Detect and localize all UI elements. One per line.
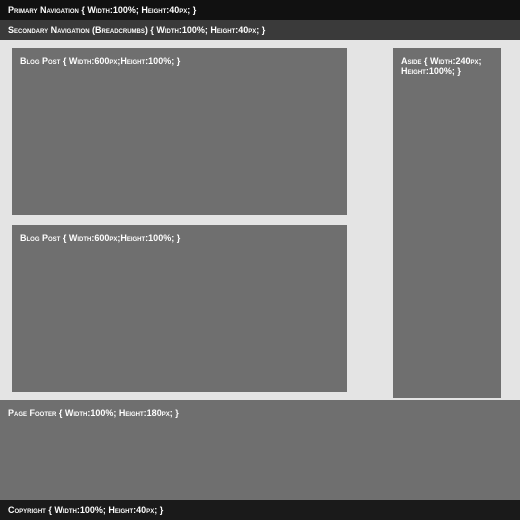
secondary-nav-label: Secondary Navigation (Breadcrumbs) { Wid…: [8, 25, 265, 35]
aside-label: Aside { Width:240px; Height:100%; }: [401, 56, 482, 76]
blog-post-label: Blog Post { Width:600px;Height:100%; }: [20, 233, 180, 243]
aside-column: Aside { Width:240px; Height:100%; }: [393, 48, 501, 392]
blog-post-label: Blog Post { Width:600px;Height:100%; }: [20, 56, 180, 66]
copyright-bar: Copyright { Width:100%; Height:40px; }: [0, 500, 520, 520]
aside-box: Aside { Width:240px; Height:100%; }: [393, 48, 501, 398]
primary-nav-label: Primary Navigation { Width:100%; Height:…: [8, 5, 196, 15]
content-area: Blog Post { Width:600px;Height:100%; } B…: [0, 40, 520, 400]
primary-navigation-bar: Primary Navigation { Width:100%; Height:…: [0, 0, 520, 20]
page-footer: Page Footer { Width:100%; Height:180px; …: [0, 400, 520, 500]
blog-post-box: Blog Post { Width:600px;Height:100%; }: [12, 225, 347, 392]
footer-label: Page Footer { Width:100%; Height:180px; …: [8, 408, 179, 418]
main-column: Blog Post { Width:600px;Height:100%; } B…: [12, 48, 347, 392]
secondary-navigation-bar: Secondary Navigation (Breadcrumbs) { Wid…: [0, 20, 520, 40]
copyright-label: Copyright { Width:100%; Height:40px; }: [8, 505, 163, 515]
blog-post-box: Blog Post { Width:600px;Height:100%; }: [12, 48, 347, 215]
